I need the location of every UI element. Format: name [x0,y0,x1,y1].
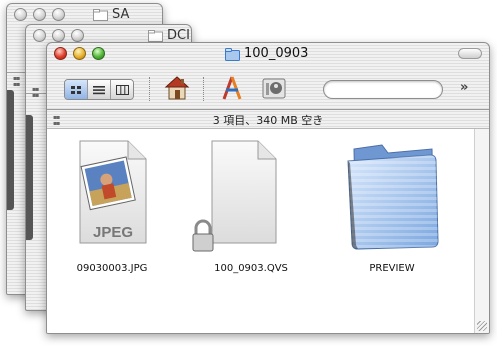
applications-icon [222,76,242,100]
window-title: DCIM [148,28,191,43]
vertical-scrollbar[interactable] [474,129,489,333]
resize-dots-icon: ▪▪ ▪▪ [32,86,39,99]
title-bar[interactable]: SA [7,4,162,26]
status-bar: ▪▪ ▪▪ 3 項目、340 MB 空き [47,109,489,129]
utilities-button[interactable] [259,73,289,103]
zoom-button[interactable] [71,29,84,42]
file-item[interactable]: 100_0903.QVS [192,137,306,277]
column-view-icon [115,84,129,95]
view-mode-selector [64,79,134,100]
window-title-text: SA [112,7,130,22]
window-title: SA [93,7,129,22]
toolbar-separator [149,77,151,101]
minimize-button[interactable] [73,47,86,60]
applications-button[interactable] [217,73,247,103]
search-input[interactable] [323,80,443,99]
toolbar: » [47,65,489,110]
minimize-button[interactable] [52,29,65,42]
window-title: 100_0903 [225,46,308,61]
icon-view-button[interactable] [65,80,88,99]
folder-icon [225,47,240,61]
utilities-icon [262,78,286,99]
jpeg-label-icon-text: JPEG [93,224,133,241]
file-name: PREVIEW [369,263,415,274]
toolbar-overflow-button[interactable]: » [460,80,468,95]
close-button[interactable] [54,47,67,60]
status-text: 3 項目、340 MB 空き [212,114,324,127]
minimize-button[interactable] [33,8,46,21]
resize-grip-icon[interactable] [477,321,487,331]
file-name: 09030003.JPG [76,263,148,274]
jpeg-document-icon: JPEG [79,140,147,244]
list-view-button[interactable] [88,80,111,99]
resize-dots-icon: ▪▪ ▪▪ [13,75,20,88]
folder-icon [148,29,163,42]
close-button[interactable] [33,29,46,42]
file-name: 100_0903.QVS [214,263,288,274]
close-button[interactable] [14,8,27,21]
icon-view-icon [71,85,81,94]
window-title-text: DCIM [167,28,191,43]
title-bar[interactable]: 100_0903 [47,43,489,65]
file-item[interactable]: JPEG 09030003.JPG [57,137,167,277]
window-100-0903[interactable]: 100_0903 » ▪▪ ▪▪ 3 項目、340 MB 空き JPEG 090… [46,42,490,334]
toolbar-separator [203,77,205,101]
list-view-icon [93,85,105,94]
locked-document-icon [192,140,277,252]
zoom-button[interactable] [52,8,65,21]
file-item[interactable]: PREVIEW [337,137,447,277]
zoom-button[interactable] [92,47,105,60]
lock-icon [192,219,214,252]
file-area: JPEG 09030003.JPG 100_0903.QVS PREVIEW [47,129,475,333]
home-button[interactable] [162,73,192,103]
folder-icon [347,144,439,250]
column-view-button[interactable] [111,80,133,99]
home-icon [164,76,190,100]
window-title-text: 100_0903 [244,46,309,61]
toolbar-toggle-button[interactable] [458,48,482,59]
folder-icon [93,8,108,21]
